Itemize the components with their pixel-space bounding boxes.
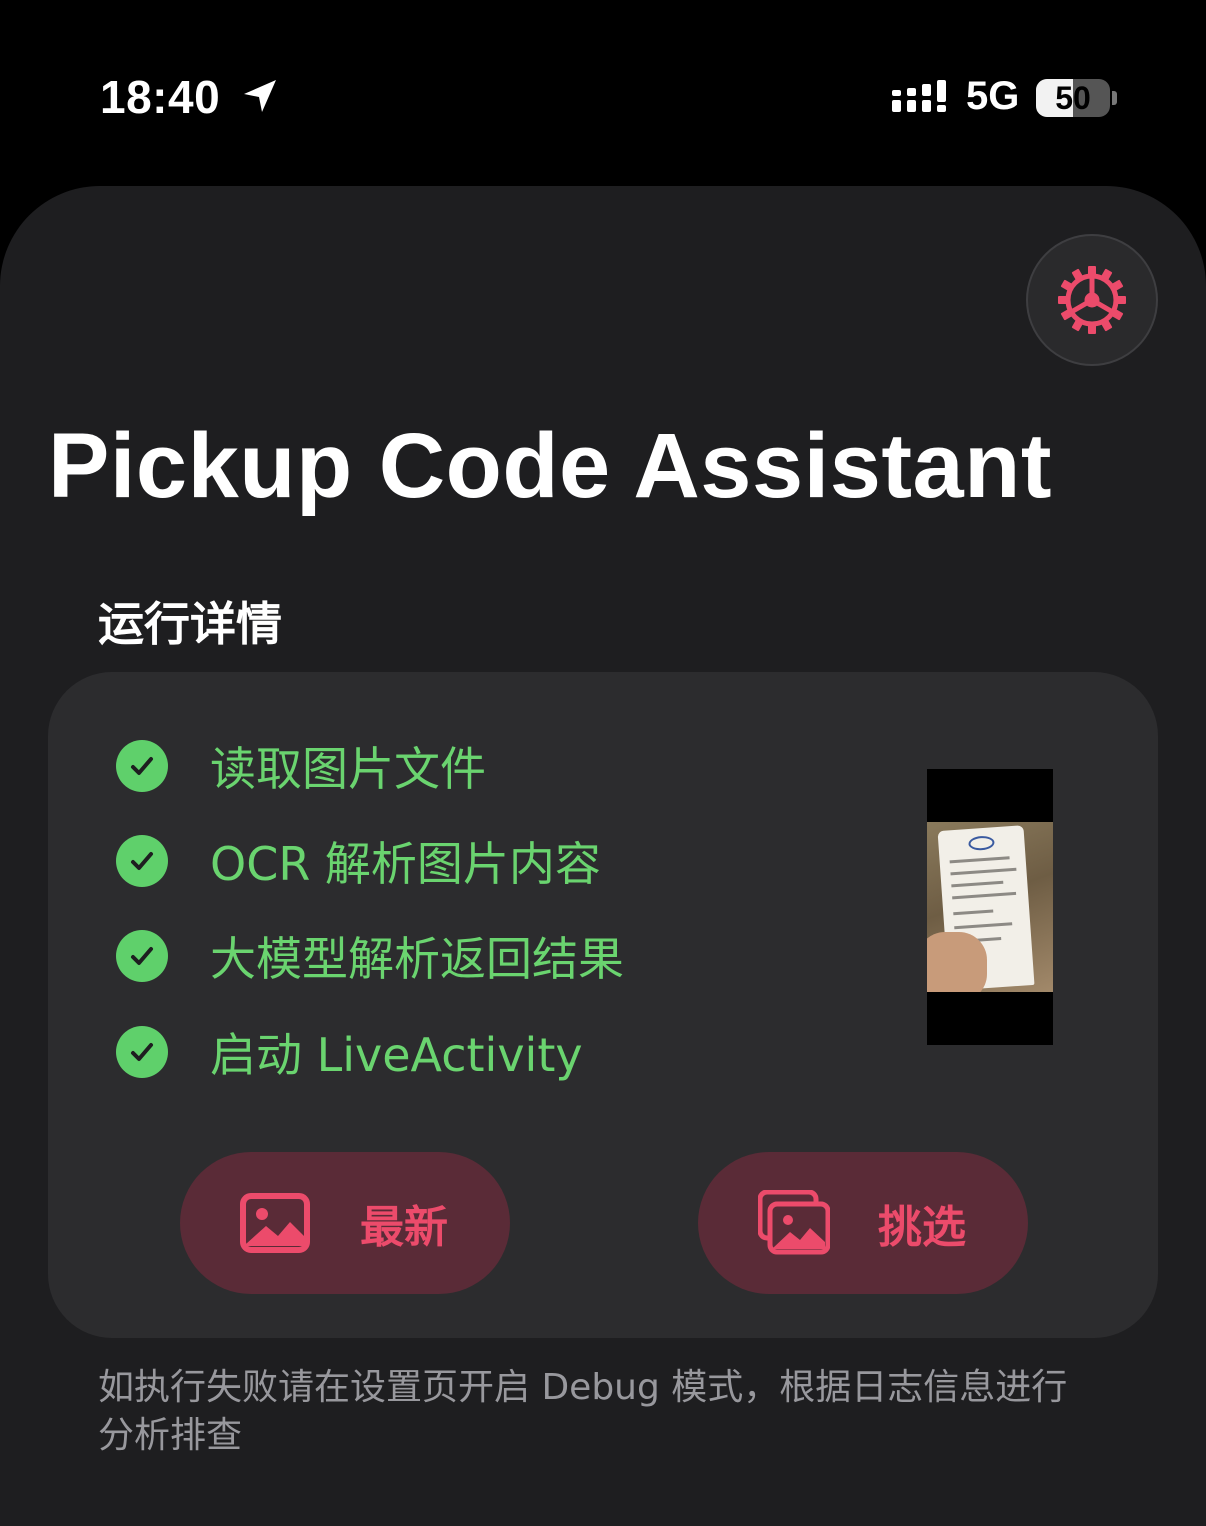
status-time: 18:40	[100, 71, 221, 123]
step-item: 读取图片文件	[116, 736, 486, 796]
battery-nub	[1112, 91, 1117, 105]
step-item: 启动 LiveActivity	[116, 1022, 583, 1082]
run-details-heading: 运行详情	[98, 597, 282, 651]
checkmark-icon	[116, 930, 168, 982]
step-label: 启动 LiveActivity	[210, 1028, 583, 1082]
step-item: OCR 解析图片内容	[116, 831, 601, 891]
thumbnail-image	[927, 822, 1053, 992]
battery-icon: 50	[1036, 79, 1110, 117]
pick-button-label: 挑选	[878, 1202, 966, 1253]
status-bar: 18:40 5G 50	[0, 0, 1206, 190]
step-item: 大模型解析返回结果	[116, 926, 624, 986]
latest-button[interactable]: 最新	[180, 1152, 510, 1294]
photo-icon	[240, 1193, 310, 1253]
debug-footnote: 如执行失败请在设置页开启 Debug 模式，根据日志信息进行分析排查	[98, 1367, 1068, 1456]
step-label: 读取图片文件	[210, 742, 486, 796]
receipt-photo-thumbnail[interactable]	[927, 769, 1053, 1045]
checkmark-icon	[116, 1026, 168, 1078]
checkmark-icon	[116, 740, 168, 792]
battery-percent: 50	[1055, 79, 1091, 116]
settings-button[interactable]	[1026, 234, 1158, 366]
step-label: OCR 解析图片内容	[210, 837, 601, 891]
network-type: 5G	[966, 74, 1020, 118]
hand-shape	[927, 932, 987, 992]
checkmark-icon	[116, 835, 168, 887]
page-title: Pickup Code Assistant	[48, 415, 1052, 517]
photo-stack-icon	[758, 1190, 830, 1255]
pick-button[interactable]: 挑选	[698, 1152, 1028, 1294]
location-arrow-icon	[244, 80, 276, 112]
gear-icon	[1058, 266, 1126, 334]
step-label: 大模型解析返回结果	[210, 932, 624, 986]
latest-button-label: 最新	[360, 1202, 448, 1253]
signal-bars-icon	[892, 80, 946, 112]
